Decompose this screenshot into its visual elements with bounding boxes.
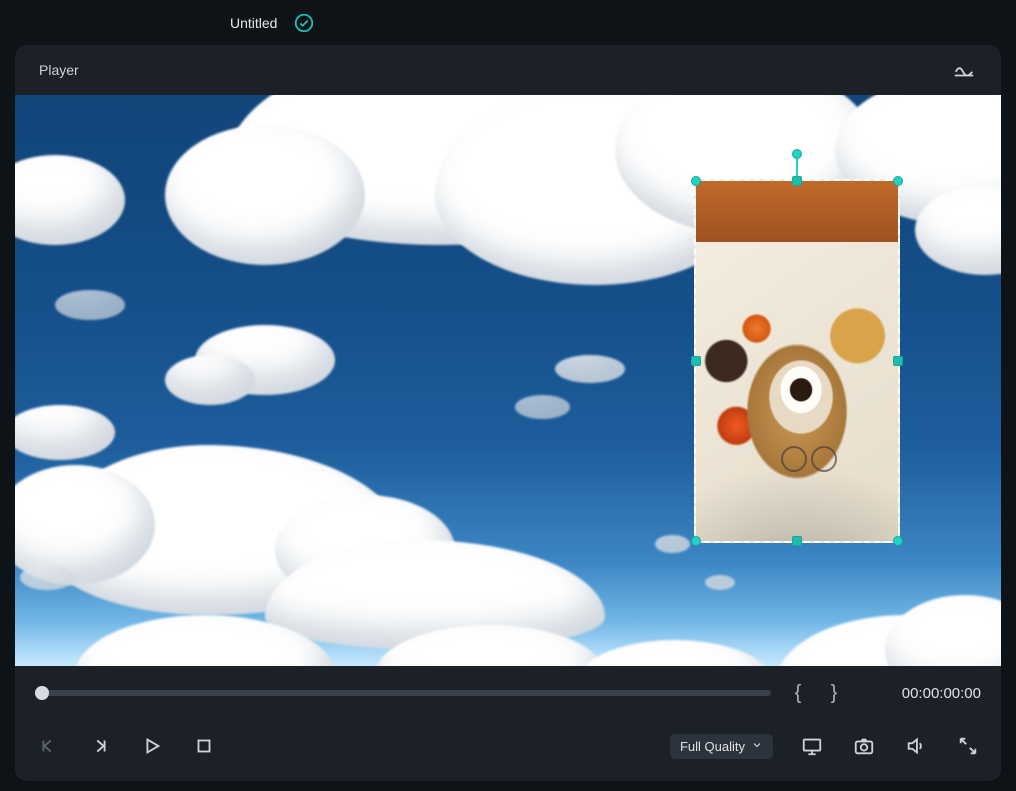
- selected-clip[interactable]: [694, 179, 900, 543]
- clip-content-glasses: [781, 446, 841, 468]
- cloud: [165, 355, 255, 405]
- play-button[interactable]: [139, 733, 165, 759]
- display-settings-button[interactable]: [799, 733, 825, 759]
- resize-handle-br[interactable]: [893, 536, 903, 546]
- snapshot-button[interactable]: [851, 733, 877, 759]
- clip-content: [696, 181, 898, 541]
- waveform-icon[interactable]: [951, 57, 977, 83]
- cloud: [515, 395, 570, 419]
- cloud: [20, 565, 75, 590]
- cloud: [705, 575, 735, 590]
- next-frame-button[interactable]: [87, 733, 113, 759]
- cloud: [55, 290, 125, 320]
- seek-thumb[interactable]: [35, 686, 49, 700]
- fullscreen-button[interactable]: [955, 733, 981, 759]
- title-bar: Untitled: [0, 0, 1016, 45]
- resize-handle-tm[interactable]: [792, 176, 802, 186]
- chevron-down-icon: [751, 739, 763, 754]
- quality-label: Full Quality: [680, 739, 745, 754]
- resize-handle-tr[interactable]: [893, 176, 903, 186]
- resize-handle-bl[interactable]: [691, 536, 701, 546]
- saved-check-icon: [291, 10, 317, 36]
- prev-frame-button: [35, 733, 61, 759]
- mark-out-button[interactable]: }: [825, 682, 843, 705]
- timecode-display: 00:00:00:00: [861, 685, 981, 702]
- cloud: [165, 125, 365, 265]
- quality-dropdown[interactable]: Full Quality: [670, 734, 773, 759]
- player-panel: Player: [15, 45, 1001, 781]
- transport-row: Full Quality: [35, 726, 981, 766]
- project-title: Untitled: [230, 15, 277, 31]
- resize-handle-tl[interactable]: [691, 176, 701, 186]
- timeline-row: { } 00:00:00:00: [35, 678, 981, 708]
- resize-handle-mr[interactable]: [893, 356, 903, 366]
- preview-viewport[interactable]: [15, 95, 1001, 666]
- rotation-handle[interactable]: [792, 149, 802, 159]
- player-panel-title: Player: [39, 62, 79, 78]
- cloud: [555, 355, 625, 383]
- player-controls: { } 00:00:00:00 Full Quality: [15, 666, 1001, 781]
- resize-handle-bm[interactable]: [792, 536, 802, 546]
- volume-button[interactable]: [903, 733, 929, 759]
- resize-handle-ml[interactable]: [691, 356, 701, 366]
- mark-in-button[interactable]: {: [789, 682, 807, 705]
- seek-track[interactable]: [35, 690, 771, 696]
- cloud: [655, 535, 690, 553]
- stop-button[interactable]: [191, 733, 217, 759]
- player-panel-header: Player: [15, 45, 1001, 95]
